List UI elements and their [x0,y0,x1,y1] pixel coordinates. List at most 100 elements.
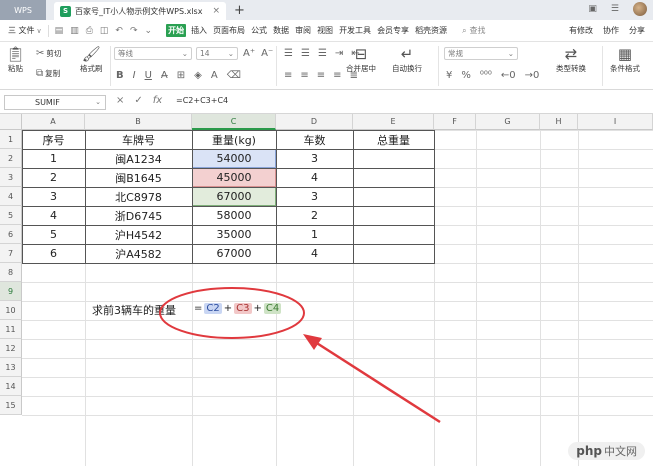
conditional-format-button[interactable]: ▦ 条件格式 [610,45,640,74]
modified-status[interactable]: 有修改 [569,25,593,36]
tab-view[interactable]: 视图 [316,24,334,37]
tab-member[interactable]: 会员专享 [376,24,410,37]
row-header-9[interactable]: 9 [0,282,22,301]
select-all-corner[interactable] [0,114,22,130]
eraser-icon[interactable]: ⌫ [227,70,241,81]
font-name-select[interactable]: 等线 ⌄ [114,47,192,60]
more-icon[interactable]: ⌄ [145,26,153,36]
tab-formulas[interactable]: 公式 [250,24,268,37]
user-list-icon[interactable]: ☰ [611,4,619,14]
format-painter-button[interactable]: 🖌︎ 格式刷 [80,45,103,74]
collaborate-button[interactable]: 协作 [603,25,619,36]
table-cell[interactable]: 1 [22,149,85,168]
column-header-a[interactable]: A [22,114,85,130]
tab-developer[interactable]: 开发工具 [338,24,372,37]
spreadsheet-grid[interactable]: ABCDEFGHI 1 2 3 4 5 6 7 8 9 10 11 12 13 14 15 序号 车牌号 重量(… [0,114,653,466]
row-header-7[interactable]: 7 [0,244,22,263]
tab-page-layout[interactable]: 页面布局 [212,24,246,37]
align-center-icon[interactable]: ≡ [300,70,308,81]
close-icon[interactable]: × [212,6,220,16]
number-format-select[interactable]: 常规 ⌄ [444,47,518,60]
share-button[interactable]: 分享 [629,25,645,36]
row-header-15[interactable]: 15 [0,396,22,415]
wrap-text-button[interactable]: ↵ 自动换行 [392,45,422,74]
formula-input[interactable]: =C2+C3+C4 [176,96,228,105]
row-header-13[interactable]: 13 [0,358,22,377]
wps-home-tab[interactable]: WPS [0,0,46,20]
table-cell[interactable]: 45000 [192,168,276,187]
currency-icon[interactable]: ¥ [446,70,452,81]
tab-docer[interactable]: 稻壳资源 [414,24,448,37]
table-cell[interactable]: 沪H4542 [85,225,192,244]
table-cell[interactable]: 浙D6745 [85,206,192,225]
table-cell[interactable]: 2 [22,168,85,187]
thousands-icon[interactable]: ⁰⁰⁰ [480,70,492,81]
table-cell[interactable] [353,149,434,168]
align-top-icon[interactable]: ☰ [284,48,293,59]
table-cell[interactable] [353,206,434,225]
strikethrough-icon[interactable]: A̶ [161,70,168,81]
merge-center-button[interactable]: ⊟ 合并居中 [346,45,376,74]
table-header-cell[interactable]: 重量(kg) [192,130,276,149]
type-convert-button[interactable]: ⇄ 类型转换 [556,45,586,74]
table-cell[interactable] [353,225,434,244]
column-header-e[interactable]: E [353,114,434,130]
table-cell[interactable]: 6 [22,244,85,263]
table-cell[interactable]: 沪A4582 [85,244,192,263]
layout-icon[interactable]: ▣ [588,4,597,14]
table-cell[interactable]: 2 [276,206,353,225]
column-header-g[interactable]: G [476,114,540,130]
row-header-10[interactable]: 10 [0,301,22,320]
font-size-select[interactable]: 14 ⌄ [196,47,238,60]
document-tab[interactable]: S 百家号_IT小人物示例文件WPS.xlsx × [54,2,227,20]
confirm-icon[interactable]: ✓ [134,95,142,106]
italic-icon[interactable]: I [133,70,136,81]
table-cell[interactable] [353,168,434,187]
align-middle-icon[interactable]: ☰ [301,48,310,59]
table-cell[interactable] [353,244,434,263]
align-left-icon[interactable]: ≡ [284,70,292,81]
row-header-14[interactable]: 14 [0,377,22,396]
table-cell[interactable]: 58000 [192,206,276,225]
new-tab-button[interactable]: + [234,2,245,20]
decrease-decimal-icon[interactable]: →0 [525,70,540,81]
copy-button[interactable]: ⧉ 复制 [36,68,60,79]
cut-button[interactable]: ✂ 剪切 [36,48,61,59]
row-header-6[interactable]: 6 [0,225,22,244]
column-header-b[interactable]: B [85,114,192,130]
increase-font-icon[interactable]: A⁺ [243,48,255,59]
table-cell[interactable]: 北C8978 [85,187,192,206]
table-cell[interactable]: 4 [276,168,353,187]
table-cell[interactable]: 3 [276,187,353,206]
row-header-2[interactable]: 2 [0,149,22,168]
table-header-cell[interactable]: 车牌号 [85,130,192,149]
column-header-i[interactable]: I [578,114,653,130]
tab-review[interactable]: 审阅 [294,24,312,37]
name-box[interactable]: SUMIF ⌄ [4,95,106,110]
font-color-icon[interactable]: A [211,70,218,81]
row-header-11[interactable]: 11 [0,320,22,339]
table-cell[interactable]: 4 [276,244,353,263]
row-header-4[interactable]: 4 [0,187,22,206]
row-header-5[interactable]: 5 [0,206,22,225]
align-bottom-icon[interactable]: ☰ [318,48,327,59]
table-cell[interactable]: 3 [22,187,85,206]
table-header-cell[interactable]: 序号 [22,130,85,149]
row-header-12[interactable]: 12 [0,339,22,358]
tab-data[interactable]: 数据 [272,24,290,37]
table-cell[interactable]: 4 [22,206,85,225]
tab-insert[interactable]: 插入 [190,24,208,37]
fill-color-icon[interactable]: ◈ [194,70,202,81]
column-header-c[interactable]: C [192,114,276,130]
print-icon[interactable]: ⎙ [86,26,93,36]
table-cell[interactable]: 闽A1234 [85,149,192,168]
bold-icon[interactable]: B [116,70,124,81]
avatar[interactable] [633,2,647,16]
preview-icon[interactable]: ◫ [100,26,109,36]
table-cell[interactable]: 5 [22,225,85,244]
file-menu[interactable]: 三 文件 ∨ [8,25,42,36]
column-header-h[interactable]: H [540,114,578,130]
table-cell[interactable]: 67000 [192,244,276,263]
table-cell[interactable] [353,187,434,206]
percent-icon[interactable]: % [461,70,471,81]
